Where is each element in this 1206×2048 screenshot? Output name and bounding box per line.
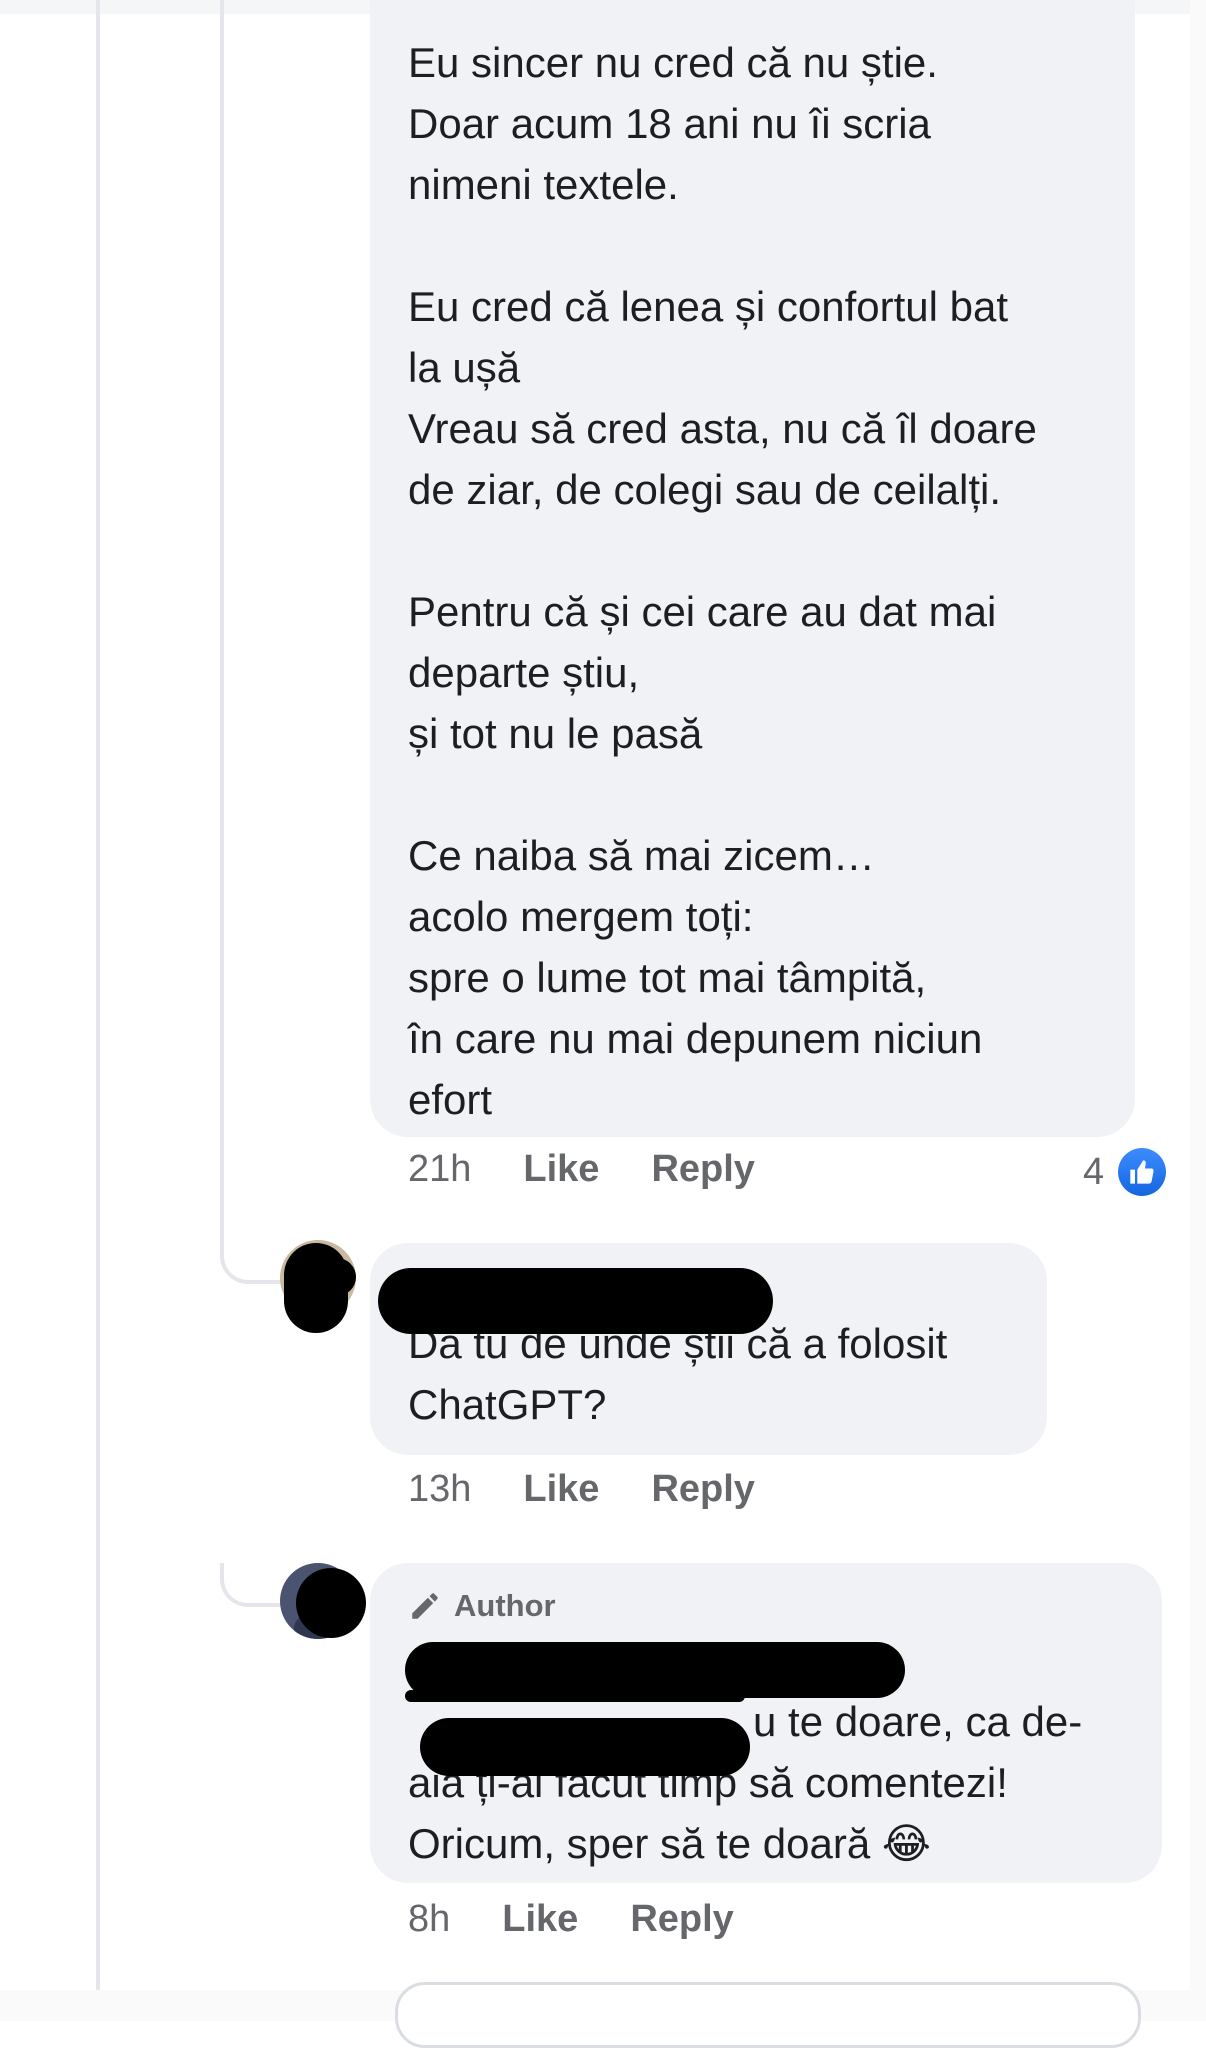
comment-text-1: Eu sincer nu cred că nu știe. Doar acum … <box>408 32 1099 1130</box>
comment-actions-3: 8h Like Reply <box>408 1898 734 1941</box>
comment-actions-2: 13h Like Reply <box>408 1468 755 1511</box>
reply-button[interactable]: Reply <box>651 1148 754 1191</box>
text-line: Vreau să cred asta, nu că îl doare <box>408 405 1037 452</box>
reaction-count: 4 <box>1083 1150 1105 1193</box>
thread-line-outer <box>96 0 100 2021</box>
like-button[interactable]: Like <box>502 1898 578 1941</box>
text-line: în care nu mai depunem niciun <box>408 1015 983 1062</box>
pencil-icon <box>412 1593 438 1619</box>
reply-button[interactable]: Reply <box>651 1468 754 1511</box>
reaction-summary[interactable]: 4 <box>1083 1148 1167 1196</box>
thread-line-inner <box>220 0 224 1245</box>
comment-bubble-1: Eu sincer nu cred că nu știe. Doar acum … <box>370 0 1135 1137</box>
comment-actions-1: 21h Like Reply <box>408 1148 755 1191</box>
text-line: acolo mergem toți: <box>408 893 754 940</box>
text-line: Pentru că și cei care au dat mai <box>408 588 997 635</box>
text-line: spre o lume tot mai tâmpită, <box>408 954 927 1001</box>
text-line: Eu cred că lenea și confortul bat <box>408 283 1009 330</box>
comment-timestamp[interactable]: 13h <box>408 1468 471 1511</box>
comment-paragraph: Eu cred că lenea și confortul bat la ușă… <box>408 276 1099 520</box>
right-edge <box>1190 0 1206 2021</box>
reply-input-box[interactable] <box>395 1982 1141 2048</box>
like-button[interactable]: Like <box>523 1468 599 1511</box>
like-thumbs-up-icon <box>1118 1148 1167 1196</box>
comment-paragraph: Ce naiba să mai zicem… acolo mergem toți… <box>408 825 1099 1130</box>
text-line: Oricum, sper să te doară 😂 <box>408 1820 931 1867</box>
thread-connector <box>220 1563 284 1607</box>
thread-connector <box>220 1240 284 1284</box>
text-line: la ușă <box>408 344 521 391</box>
text-line: de ziar, de colegi sau de ceilalți. <box>408 466 1002 513</box>
text-line: și tot nu le pasă <box>408 710 703 757</box>
reply-button[interactable]: Reply <box>630 1898 733 1941</box>
text-line: Eu sincer nu cred că nu știe. <box>408 39 938 86</box>
text-line: departe știu, <box>408 649 640 696</box>
comment-timestamp[interactable]: 8h <box>408 1898 450 1941</box>
redacted-commenter-name <box>378 1268 773 1334</box>
like-button[interactable]: Like <box>523 1148 599 1191</box>
text-line: nimeni textele. <box>408 161 679 208</box>
text-line: ChatGPT? <box>408 1381 607 1428</box>
author-badge-label: Author <box>454 1588 556 1623</box>
redaction-mark <box>318 1258 356 1296</box>
author-badge: Author <box>408 1583 1132 1629</box>
redaction-mark <box>296 1568 366 1638</box>
text-line: efort <box>408 1076 493 1123</box>
text-line: Doar acum 18 ani nu îi scria <box>408 100 931 147</box>
redaction-mark <box>405 1690 745 1702</box>
comment-paragraph: Pentru că și cei care au dat mai departe… <box>408 581 1099 764</box>
redacted-mention-link <box>420 1718 750 1776</box>
comment-paragraph: Eu sincer nu cred că nu știe. Doar acum … <box>408 32 1099 215</box>
text-line: Ce naiba să mai zicem… <box>408 832 875 879</box>
comment-timestamp[interactable]: 21h <box>408 1148 471 1191</box>
